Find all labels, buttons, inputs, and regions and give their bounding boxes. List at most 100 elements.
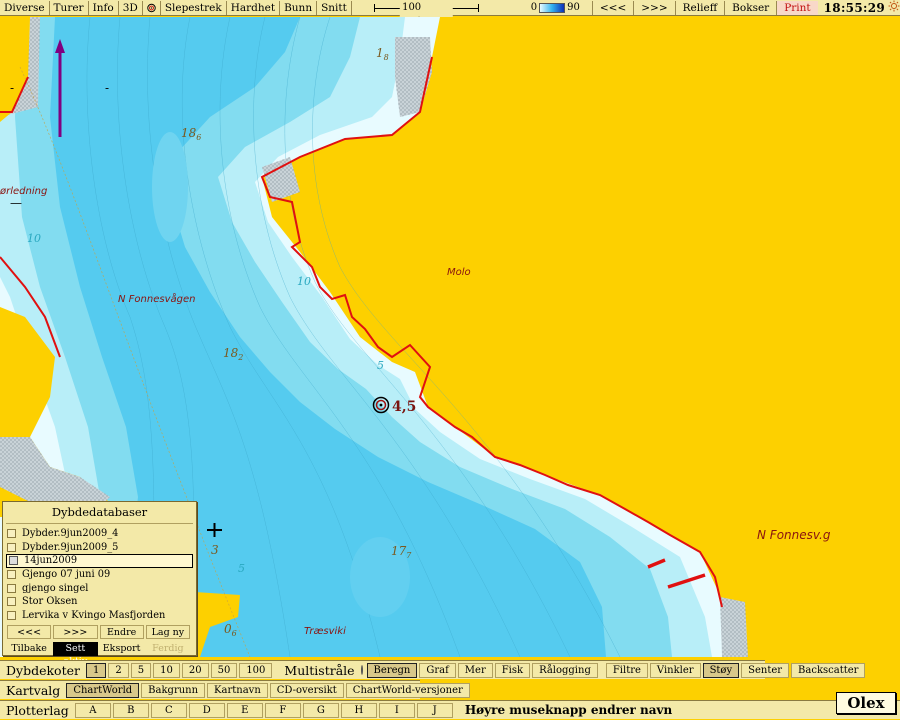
panel-title: Dybdedatabaser	[6, 502, 193, 524]
depth-color-scale[interactable]	[539, 2, 566, 13]
filtre-button[interactable]: Filtre	[605, 662, 648, 678]
ralogging-button[interactable]: Rålogging	[532, 662, 598, 678]
contour-10-button[interactable]: 10	[153, 662, 180, 678]
database-item[interactable]: Dybder.9jun2009_4	[3, 527, 196, 541]
next-button[interactable]: >>>	[633, 0, 674, 15]
scale-bar: 100 meter	[373, 0, 479, 29]
contour-label: 10	[297, 275, 311, 288]
layer-f-button[interactable]: F	[264, 702, 301, 718]
layer-c-button[interactable]: C	[150, 702, 187, 718]
dybdekoter-toolbar: Dybdekoter 1 2 5 10 20 50 100 Multistrål…	[0, 660, 866, 679]
layer-b-button[interactable]: B	[112, 702, 149, 718]
beregn-button[interactable]: Beregn	[366, 662, 418, 678]
mer-button[interactable]: Mer	[457, 662, 493, 678]
layer-h-button[interactable]: H	[340, 702, 377, 718]
database-item[interactable]: Stor Oksen	[3, 595, 196, 609]
database-item[interactable]: Gjengo 07 juni 09	[3, 568, 196, 582]
layer-d-button[interactable]: D	[188, 702, 225, 718]
checkbox[interactable]	[7, 597, 16, 607]
menu-3d[interactable]: 3D	[119, 0, 143, 15]
bokser-button[interactable]: Bokser	[724, 0, 776, 15]
panel-nav-row: <<< >>> Endre Lag ny	[7, 625, 192, 640]
checkbox[interactable]	[7, 542, 16, 552]
endre-button[interactable]: Endre	[99, 625, 144, 640]
label-traesviki: Træsviki	[304, 626, 346, 637]
kartvalg-label: Kartvalg	[6, 682, 61, 698]
vinkler-button[interactable]: Vinkler	[649, 662, 701, 678]
contour-100-button[interactable]: 100	[239, 662, 273, 678]
fisk-button[interactable]: Fisk	[494, 662, 531, 678]
relieff-button[interactable]: Relieff	[674, 0, 725, 15]
contour-20-button[interactable]: 20	[181, 662, 209, 678]
layer-a-button[interactable]: A	[74, 702, 111, 718]
dash-mark: -	[105, 81, 109, 95]
chartworld-button[interactable]: ChartWorld	[66, 682, 140, 698]
menu-diverse[interactable]: Diverse	[0, 0, 50, 15]
lag-ny-button[interactable]: Lag ny	[145, 625, 190, 640]
kartvalg-toolbar: Kartvalg ChartWorld Bakgrunn Kartnavn CD…	[0, 680, 470, 699]
label-orledning: ørledning	[0, 186, 47, 197]
layer-i-button[interactable]: I	[378, 702, 415, 718]
menu-hardhet[interactable]: Hardhet	[227, 0, 281, 15]
contour-label: 10	[27, 232, 41, 245]
panel-action-row: Tilbake Sett aktiv Eksport Ferdig	[7, 642, 192, 667]
contour-2-button[interactable]: 2	[108, 662, 129, 678]
dash-mark: —	[10, 196, 22, 210]
layer-e-button[interactable]: E	[226, 702, 263, 718]
label-n-fonnesvagen: N Fonnesvågen	[118, 292, 195, 305]
database-item[interactable]: Dybder.9jun2009_5	[3, 541, 196, 555]
senter-button[interactable]: Senter	[741, 662, 790, 678]
checkbox[interactable]	[7, 610, 16, 620]
prev-button[interactable]: <<<	[591, 0, 633, 15]
rock-zone	[720, 597, 748, 657]
menu-bunn[interactable]: Bunn	[280, 0, 318, 15]
depth-max-label: 90	[567, 2, 580, 13]
sun-icon[interactable]	[888, 0, 900, 15]
dybdekoter-label: Dybdekoter	[6, 662, 80, 678]
eksport-button[interactable]: Eksport	[100, 642, 144, 656]
deep-spot	[152, 132, 188, 242]
tilbake-button[interactable]: Tilbake	[7, 642, 51, 656]
target-icon[interactable]	[143, 0, 161, 15]
status-hint: Høyre museknapp endrer navn	[464, 703, 673, 717]
multistraale-toggle[interactable]	[360, 665, 363, 675]
contour-50-button[interactable]: 50	[210, 662, 238, 678]
layer-g-button[interactable]: G	[302, 702, 339, 718]
label-molo: Molo	[447, 267, 471, 278]
cd-oversikt-button[interactable]: CD-oversikt	[269, 682, 344, 698]
depth-legend: 0 90	[531, 2, 580, 13]
checkbox[interactable]	[9, 556, 18, 566]
plotterlag-toolbar: Plotterlag A B C D E F G H I J Høyre mus…	[0, 700, 900, 719]
label-n-fonnesv-g: N Fonnesv.g	[757, 528, 831, 542]
layer-j-button[interactable]: J	[416, 702, 453, 718]
contour-1-button[interactable]: 1	[85, 662, 107, 678]
database-item[interactable]: Lervika v Kvingo Masfjorden	[3, 609, 196, 623]
graf-button[interactable]: Graf	[419, 662, 456, 678]
contour-label: 5	[238, 562, 245, 575]
ferdig-button[interactable]: Ferdig	[146, 642, 190, 656]
olex-logo[interactable]: Olex	[836, 692, 896, 714]
menu-info[interactable]: Info	[89, 0, 119, 15]
bakgrunn-button[interactable]: Bakgrunn	[141, 682, 206, 698]
menu-snitt[interactable]: Snitt	[317, 0, 352, 15]
checkbox[interactable]	[7, 570, 16, 580]
depth-label: 3	[211, 543, 219, 557]
contour-5-button[interactable]: 5	[130, 662, 152, 678]
chartworld-versjoner-button[interactable]: ChartWorld-versjoner	[345, 682, 470, 698]
kartnavn-button[interactable]: Kartnavn	[207, 682, 268, 698]
database-item[interactable]: gjengo singel	[3, 581, 196, 595]
panel-next-button[interactable]: >>>	[53, 625, 98, 640]
stoy-button[interactable]: Støy	[702, 662, 740, 678]
sett-aktiv-button[interactable]: Sett aktiv	[53, 642, 98, 667]
depth-min-label: 0	[530, 2, 538, 13]
vessel-marker-icon[interactable]	[372, 396, 390, 414]
checkbox[interactable]	[7, 529, 16, 539]
menu-turer[interactable]: Turer	[50, 0, 89, 15]
database-item-selected[interactable]: 14jun2009	[6, 554, 193, 568]
panel-prev-button[interactable]: <<<	[7, 625, 52, 640]
menu-slepestrek[interactable]: Slepestrek	[161, 0, 227, 15]
backscatter-button[interactable]: Backscatter	[791, 662, 866, 678]
checkbox[interactable]	[7, 583, 16, 593]
print-button[interactable]: Print	[776, 0, 818, 15]
multistraale-label: Multistråle	[284, 662, 355, 678]
